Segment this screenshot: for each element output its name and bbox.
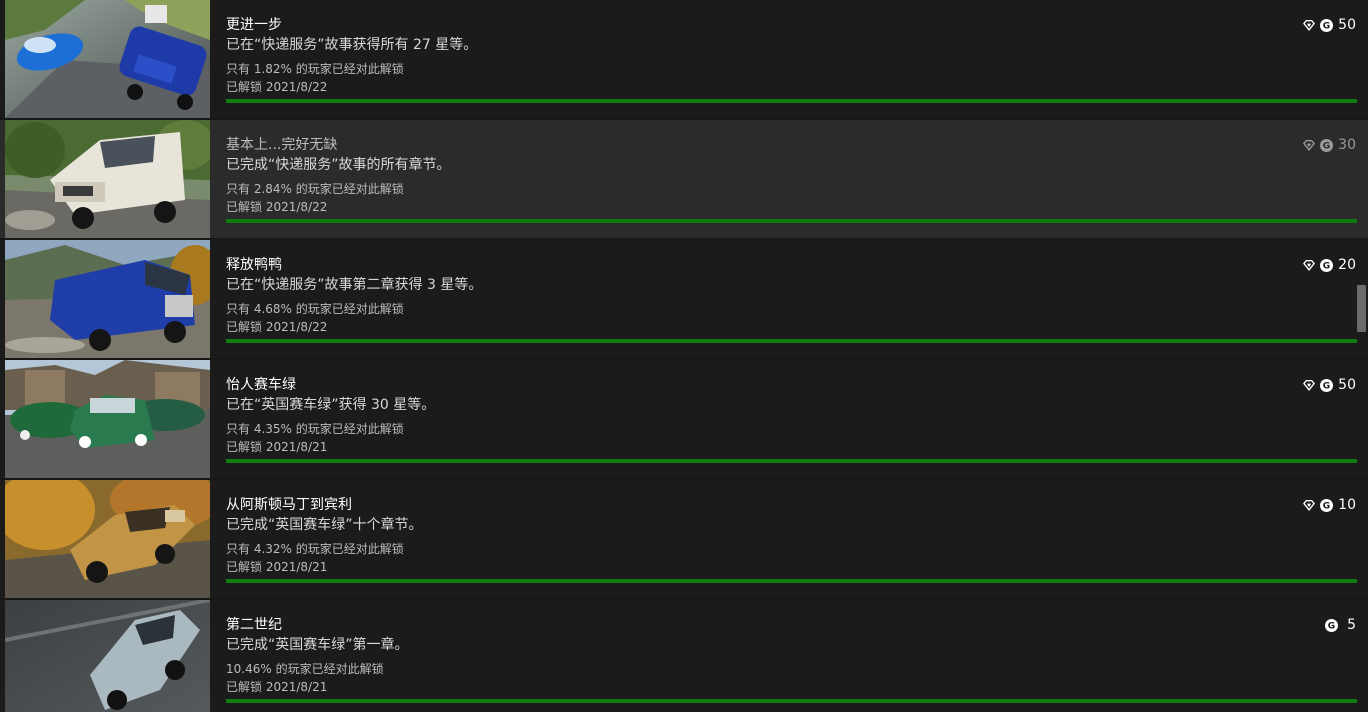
achievement-progress (226, 99, 1357, 103)
achievement-image (5, 600, 210, 712)
scrollbar-thumb[interactable] (1357, 285, 1366, 332)
achievement-image (5, 480, 210, 598)
gamerscore-value: 20 (1338, 257, 1356, 273)
achievement-rarity: 只有 2.84% 的玩家已经对此解锁 (226, 182, 404, 196)
gamerscore-value: 50 (1338, 17, 1356, 33)
svg-text:G: G (1328, 621, 1335, 631)
diamond-icon (1303, 499, 1316, 511)
achievement-unlock-date: 已解锁 2021/8/21 (226, 440, 328, 454)
achievement-title: 更进一步 (226, 17, 282, 33)
achievement-unlock-date: 已解锁 2021/8/21 (226, 680, 328, 694)
gamerscore-icon: G (1320, 18, 1334, 32)
achievement-description: 已完成“英国赛车绿”十个章节。 (226, 517, 423, 533)
achievement-rarity: 只有 4.68% 的玩家已经对此解锁 (226, 302, 404, 316)
achievement-title: 第二世纪 (226, 617, 282, 633)
gamerscore: G 50 (1303, 376, 1356, 394)
gamerscore-icon: G (1325, 618, 1339, 632)
svg-text:G: G (1323, 21, 1330, 31)
gamerscore-icon: G (1320, 378, 1334, 392)
achievement-rarity: 只有 4.35% 的玩家已经对此解锁 (226, 422, 404, 436)
diamond-icon (1303, 259, 1316, 271)
diamond-icon (1303, 19, 1316, 31)
gamerscore-icon: G (1320, 138, 1334, 152)
achievement-description: 已在“快递服务”故事获得所有 27 星等。 (226, 37, 478, 53)
achievement-rarity: 10.46% 的玩家已经对此解锁 (226, 662, 384, 676)
achievement-rarity: 只有 1.82% 的玩家已经对此解锁 (226, 62, 404, 76)
achievement-list: 更进一步 已在“快递服务”故事获得所有 27 星等。 只有 1.82% 的玩家已… (0, 0, 1368, 712)
gamerscore-icon: G (1320, 498, 1334, 512)
gamerscore: G 50 (1303, 16, 1356, 34)
achievement-title: 怡人赛车绿 (226, 377, 296, 393)
achievement-rarity: 只有 4.32% 的玩家已经对此解锁 (226, 542, 404, 556)
gamerscore-value: 10 (1338, 497, 1356, 513)
achievement-image (5, 360, 210, 478)
achievement-progress (226, 219, 1357, 223)
achievement-description: 已在“快递服务”故事第二章获得 3 星等。 (226, 277, 483, 293)
gamerscore-value: 30 (1338, 137, 1356, 153)
achievement-row[interactable]: 基本上...完好无缺 已完成“快递服务”故事的所有章节。 只有 2.84% 的玩… (0, 120, 1368, 238)
achievement-unlock-date: 已解锁 2021/8/22 (226, 320, 328, 334)
achievement-title: 从阿斯顿马丁到宾利 (226, 497, 352, 513)
achievement-progress (226, 699, 1357, 703)
svg-text:G: G (1323, 141, 1330, 151)
achievement-title: 释放鸭鸭 (226, 257, 282, 273)
achievement-image (5, 0, 210, 118)
diamond-icon (1303, 379, 1316, 391)
achievement-image (5, 120, 210, 238)
achievement-unlock-date: 已解锁 2021/8/21 (226, 560, 328, 574)
achievement-row[interactable]: 怡人赛车绿 已在“英国赛车绿”获得 30 星等。 只有 4.35% 的玩家已经对… (0, 360, 1368, 478)
svg-text:G: G (1323, 381, 1330, 391)
gamerscore: G 10 (1303, 496, 1356, 514)
gamerscore: G 5 (1325, 616, 1356, 634)
gamerscore-value: 5 (1347, 617, 1356, 633)
gamerscore-value: 50 (1338, 377, 1356, 393)
achievement-row[interactable]: 更进一步 已在“快递服务”故事获得所有 27 星等。 只有 1.82% 的玩家已… (0, 0, 1368, 118)
achievement-unlock-date: 已解锁 2021/8/22 (226, 80, 328, 94)
gamerscore: G 30 (1303, 136, 1356, 154)
svg-text:G: G (1323, 501, 1330, 511)
achievement-description: 已完成“快递服务”故事的所有章节。 (226, 157, 451, 173)
achievement-description: 已完成“英国赛车绿”第一章。 (226, 637, 409, 653)
achievement-row[interactable]: 第二世纪 已完成“英国赛车绿”第一章。 10.46% 的玩家已经对此解锁 已解锁… (0, 600, 1368, 712)
achievement-progress (226, 339, 1357, 343)
achievement-description: 已在“英国赛车绿”获得 30 星等。 (226, 397, 436, 413)
achievement-image (5, 240, 210, 358)
gamerscore-icon: G (1320, 258, 1334, 272)
svg-text:G: G (1323, 261, 1330, 271)
achievement-row[interactable]: 从阿斯顿马丁到宾利 已完成“英国赛车绿”十个章节。 只有 4.32% 的玩家已经… (0, 480, 1368, 598)
achievement-row[interactable]: 释放鸭鸭 已在“快递服务”故事第二章获得 3 星等。 只有 4.68% 的玩家已… (0, 240, 1368, 358)
achievement-progress (226, 579, 1357, 583)
achievement-title: 基本上...完好无缺 (226, 137, 338, 153)
diamond-icon (1303, 139, 1316, 151)
achievement-progress (226, 459, 1357, 463)
gamerscore: G 20 (1303, 256, 1356, 274)
achievement-unlock-date: 已解锁 2021/8/22 (226, 200, 328, 214)
